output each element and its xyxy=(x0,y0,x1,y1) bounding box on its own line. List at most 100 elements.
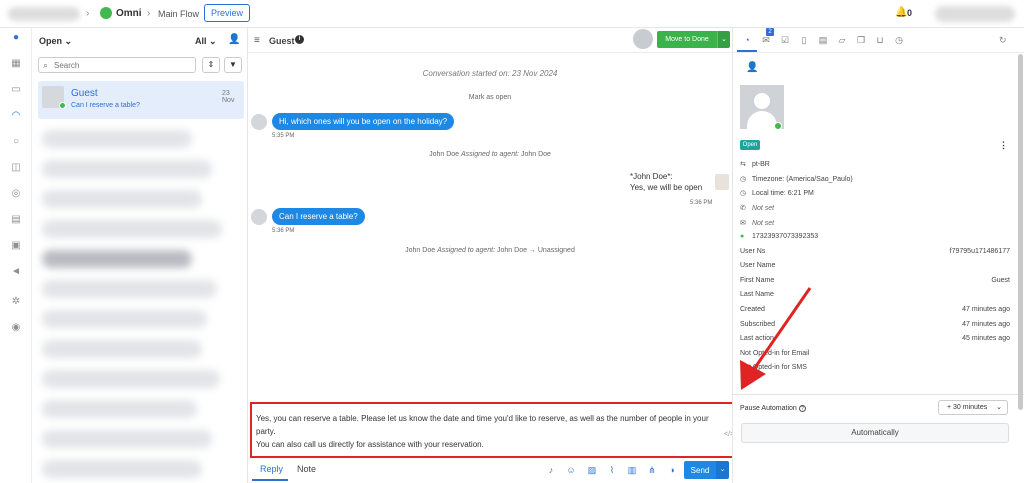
clock-tab-icon[interactable]: ◷ xyxy=(893,34,905,46)
settings-icon[interactable]: ✲ xyxy=(10,296,22,308)
preview-button[interactable]: Preview xyxy=(204,4,250,22)
workspace-switcher[interactable] xyxy=(8,7,80,21)
divider xyxy=(248,52,732,53)
tab-reply[interactable]: Reply xyxy=(260,464,283,474)
search-input[interactable] xyxy=(54,59,194,71)
list-item[interactable] xyxy=(42,250,192,268)
archive-icon[interactable]: ▣ xyxy=(10,240,22,252)
phone-row[interactable]: ✆ Not set xyxy=(740,204,774,212)
message-bubble: Can I reserve a table? xyxy=(272,208,365,225)
list-item[interactable] xyxy=(42,310,207,328)
conversation-item-active[interactable]: Guest Can I reserve a table? 23 Nov xyxy=(38,81,244,119)
account-menu[interactable] xyxy=(935,6,1015,22)
add-user-icon[interactable]: 👤 xyxy=(228,34,240,45)
agent-message: *John Doe*: Yes, we will be open xyxy=(630,171,708,197)
help-icon[interactable]: ◉ xyxy=(10,322,22,334)
nav-rail: ● ▦ ▭ ◠ ○ ◫ ◎ ▤ ▣ ◄ ✲ ◉ xyxy=(0,28,32,483)
field-row: User Ns f79795u171486177 xyxy=(740,248,1010,255)
message-time: 5:35 PM xyxy=(272,133,295,139)
avatar-body xyxy=(747,111,777,129)
mark-open-event: Mark as open xyxy=(468,94,512,101)
chevron-down-icon[interactable]: ⌄ xyxy=(716,461,729,479)
scrollbar[interactable] xyxy=(1018,54,1023,410)
list-item[interactable] xyxy=(42,460,202,478)
list-item[interactable] xyxy=(42,190,202,208)
agent-name: *John Doe*: xyxy=(630,172,673,181)
bell-icon[interactable]: 🔔 xyxy=(895,7,907,18)
contacts-icon[interactable]: ○ xyxy=(10,136,22,148)
image-icon[interactable]: ▨ xyxy=(587,465,597,476)
flow-icon[interactable]: ⋔ xyxy=(647,465,657,476)
chevron-right-icon: › xyxy=(147,8,151,19)
automatically-field[interactable]: Automatically xyxy=(741,423,1009,443)
send-button[interactable]: Send xyxy=(684,461,716,479)
field-row: First Name Guest xyxy=(740,277,1010,284)
headset-icon[interactable]: ◠ xyxy=(10,110,22,122)
pause-duration-select[interactable]: + 30 minutes ⌄ xyxy=(938,400,1008,415)
tab-note[interactable]: Note xyxy=(297,464,316,474)
add-user-icon[interactable]: 👤 xyxy=(746,62,758,73)
list-item[interactable] xyxy=(42,220,222,238)
message-composer[interactable]: Yes, you can reserve a table. Please let… xyxy=(250,402,735,458)
status-filter[interactable]: Open ⌄ xyxy=(39,36,72,47)
user-avatar xyxy=(251,114,267,130)
message-time: 5:36 PM xyxy=(690,200,713,206)
language-row: ⇆ pt-BR xyxy=(740,161,770,168)
pause-automation-label: Pause Automation? xyxy=(740,405,806,412)
bookmark-tab-icon[interactable]: ▱ xyxy=(836,34,848,46)
divider xyxy=(733,52,1024,53)
whatsapp-badge-icon xyxy=(774,122,782,130)
copy-tab-icon[interactable]: ❐ xyxy=(855,34,867,46)
conversation-preview: Can I reserve a table? xyxy=(71,102,140,109)
list-item[interactable] xyxy=(42,400,197,418)
more-options-icon[interactable]: ⋮ xyxy=(999,140,1008,151)
microphone-icon[interactable]: ♪ xyxy=(546,465,556,476)
emoji-icon[interactable]: ☺ xyxy=(566,465,576,476)
list-item[interactable] xyxy=(42,340,202,358)
chevron-right-icon: › xyxy=(86,8,90,19)
filter-icon[interactable]: ▼ xyxy=(224,57,242,73)
chevron-down-icon[interactable]: ⌄ xyxy=(717,31,730,48)
list-item[interactable] xyxy=(42,430,212,448)
assigned-agent-avatar[interactable] xyxy=(633,29,653,49)
breadcrumb-flow[interactable]: Main Flow xyxy=(158,9,199,19)
avatar-head xyxy=(754,93,770,109)
menu-icon[interactable]: ≡ xyxy=(254,35,260,46)
broadcast-icon[interactable]: ▭ xyxy=(10,84,22,96)
clock-icon: ◷ xyxy=(740,190,747,197)
info-icon[interactable]: i xyxy=(295,35,304,44)
top-bar: › Omni › Main Flow Preview 🔔 0 xyxy=(0,0,1024,28)
omni-logo-icon xyxy=(100,7,112,19)
email-row[interactable]: ✉ Not set xyxy=(740,219,774,227)
notes-tab-icon[interactable]: ▯ xyxy=(798,34,810,46)
cart-tab-icon[interactable]: ⊔ xyxy=(874,34,886,46)
megaphone-icon[interactable]: ◄ xyxy=(10,266,22,278)
status-badge[interactable]: Open xyxy=(740,140,760,150)
sort-icon[interactable]: ⇕ xyxy=(202,57,220,73)
move-to-done-button[interactable]: Move to Done xyxy=(657,31,717,48)
chat-logo-icon[interactable]: ● xyxy=(10,32,22,44)
tasks-tab-icon[interactable]: ☑ xyxy=(779,34,791,46)
breadcrumb-app[interactable]: Omni xyxy=(116,8,142,19)
assignment-event: John Doe Assigned to agent: John Doe → U… xyxy=(405,247,575,254)
globe-icon[interactable]: ◎ xyxy=(10,188,22,200)
list-item[interactable] xyxy=(42,130,192,148)
attachment-icon[interactable]: ⌇ xyxy=(607,465,617,476)
whatsapp-icon: ● xyxy=(740,233,745,240)
book-icon[interactable]: ◫ xyxy=(10,162,22,174)
list-item[interactable] xyxy=(42,370,220,388)
profile-tab-icon[interactable]: ◔ xyxy=(741,34,753,46)
clipboard-tab-icon[interactable]: ▤ xyxy=(817,34,829,46)
language-icon: ⇆ xyxy=(740,161,746,168)
template-icon[interactable]: ▤ xyxy=(10,214,22,226)
list-item[interactable] xyxy=(42,280,217,298)
whatsapp-badge-icon xyxy=(59,102,66,109)
dashboard-icon[interactable]: ▦ xyxy=(10,58,22,70)
template-icon[interactable]: ▥ xyxy=(627,465,637,476)
composer-text[interactable]: Yes, you can reserve a table. Please let… xyxy=(256,412,726,451)
headset-icon[interactable]: ◑ xyxy=(667,465,677,476)
list-item[interactable] xyxy=(42,160,212,178)
agent-avatar xyxy=(715,174,729,190)
scope-filter[interactable]: All ⌄ xyxy=(195,36,217,47)
refresh-icon[interactable]: ↻ xyxy=(999,35,1007,46)
